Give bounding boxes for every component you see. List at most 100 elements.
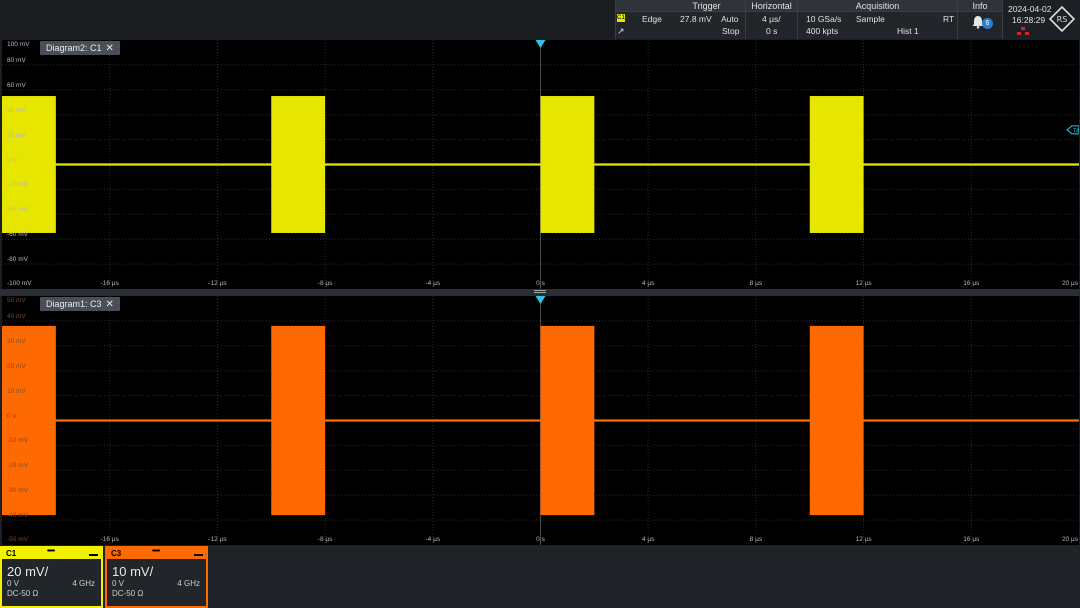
minimize-icon[interactable] <box>194 554 203 556</box>
y-axis-label: -20 mV <box>7 181 28 189</box>
y-axis-label: -60 mV <box>7 231 28 239</box>
channel-coupling: DC-50 Ω <box>7 589 39 598</box>
trigger-position-marker-icon <box>535 40 546 48</box>
channel-name: C1 <box>6 549 17 558</box>
channel-bandwidth: 4 GHz <box>177 579 200 588</box>
channel-offset-row: 0 V 4 GHz <box>2 579 101 589</box>
channel-bandwidth: 4 GHz <box>72 579 95 588</box>
x-axis-label: -12 µs <box>208 536 227 543</box>
trigger-marker-label: TA <box>1072 128 1079 134</box>
x-axis-label: 12 µs <box>855 536 872 543</box>
y-axis-label: 0 V <box>7 156 17 164</box>
history-indicator: Hist 1 <box>897 26 919 36</box>
x-axis-label: 20 µs <box>1061 280 1079 287</box>
y-axis-label: -40 mV <box>7 512 28 520</box>
time-display: 16:28:29 <box>1012 15 1046 25</box>
y-axis-label: -20 mV <box>7 462 28 470</box>
diagram-c1[interactable]: TA Diagram2: C1 ✕ 100 mV 80 mV 60 mV 40 mV 20… <box>2 40 1079 289</box>
x-axis-label: -8 µs <box>317 536 333 543</box>
acquisition-header: Acquisition <box>798 0 957 12</box>
svg-text:RS: RS <box>1057 15 1068 24</box>
y-axis-label: 40 mV <box>7 312 26 320</box>
channel-offset: 0 V <box>112 579 125 588</box>
y-axis-label: 50 mV <box>7 297 26 304</box>
channel-offset-row: 0 V 4 GHz <box>107 579 206 589</box>
y-axis-label: 20 mV <box>7 131 26 139</box>
x-axis-label: -4 µs <box>425 280 441 287</box>
diagram-c3[interactable]: Diagram1: C3 ✕ 50 mV 40 mV 30 mV 20 mV 10 mV 0… <box>2 296 1079 545</box>
y-axis-label: 60 mV <box>7 81 26 89</box>
y-axis-label: 10 mV <box>7 387 26 395</box>
x-axis-label: 8 µs <box>749 280 763 287</box>
acquisition-rt: RT <box>943 14 955 24</box>
y-axis-label: -30 mV <box>7 487 28 495</box>
vertical-scale[interactable]: 10 mV/ <box>107 564 206 579</box>
channel-name: C3 <box>111 549 122 558</box>
channel-coupling: DC-50 Ω <box>112 589 144 598</box>
trigger-type: Edge <box>642 14 662 24</box>
date-display: 2024-04-02 <box>1008 4 1052 14</box>
trigger-mode: Auto <box>721 14 739 24</box>
x-axis-label: 4 µs <box>641 536 655 543</box>
x-axis-label: 20 µs <box>1061 536 1079 543</box>
horizontal-header: Horizontal <box>746 0 797 12</box>
rohde-schwarz-logo-icon: RS <box>1049 6 1075 32</box>
x-axis-label: -12 µs <box>208 280 227 287</box>
waveform-burst <box>540 96 595 233</box>
y-axis-label: 100 mV <box>7 41 30 48</box>
channel-box-c3[interactable]: C3 ••••• 10 mV/ 0 V 4 GHz DC-50 Ω <box>105 546 208 608</box>
y-axis-label: -10 mV <box>7 437 28 445</box>
trigger-level: 27.8 mV <box>680 14 712 24</box>
x-axis-label: 0 s <box>536 280 545 287</box>
waveform-burst <box>540 325 595 516</box>
y-axis-label: 30 mV <box>7 337 26 345</box>
network-status-icon <box>1017 27 1029 35</box>
y-axis-label: 80 mV <box>7 56 26 64</box>
trigger-slope-icon: ↗ <box>617 26 625 36</box>
trigger-position-marker-icon <box>535 296 546 304</box>
diagram-tab-c3[interactable]: Diagram1: C3 ✕ <box>40 297 120 311</box>
y-axis-label: -80 mV <box>7 256 28 264</box>
waveform-plot-c1[interactable]: TA <box>2 40 1079 289</box>
waveform-plot-c3[interactable] <box>2 296 1079 545</box>
info-header: Info <box>958 0 1002 12</box>
x-axis-label: 0 s <box>536 536 545 543</box>
y-axis-label: 40 mV <box>7 106 26 114</box>
y-axis-label: -50 mV <box>7 536 28 543</box>
record-length: 400 kpts <box>806 26 839 36</box>
x-axis-label: 8 µs <box>749 536 763 543</box>
horizontal-scale: 4 µs/ <box>762 14 781 24</box>
channel-offset: 0 V <box>7 579 20 588</box>
channel-box-c1[interactable]: C1 ••••• 20 mV/ 0 V 4 GHz DC-50 Ω <box>0 546 103 608</box>
acquisition-mode: Sample <box>856 14 885 24</box>
channel-menu-dots-icon[interactable]: ••••• <box>47 546 55 557</box>
waveform-burst <box>809 325 864 516</box>
x-axis-label: -16 µs <box>100 280 119 287</box>
y-axis-label: 0 V <box>7 412 17 420</box>
x-axis-label: -8 µs <box>317 280 333 287</box>
minimize-icon[interactable] <box>89 554 98 556</box>
y-axis-label: -40 mV <box>7 206 28 214</box>
x-axis-label: -4 µs <box>425 536 441 543</box>
horizontal-position: 0 s <box>766 26 778 36</box>
vertical-scale[interactable]: 20 mV/ <box>2 564 101 579</box>
splitter-handle-icon[interactable] <box>534 290 546 293</box>
channel-header[interactable]: C1 ••••• <box>2 548 101 559</box>
trigger-source-badge: C1 <box>617 14 625 22</box>
channel-header[interactable]: C3 ••••• <box>107 548 206 559</box>
diagram-tab-label: Diagram2: C1 <box>46 43 102 53</box>
x-axis-label: -16 µs <box>100 536 119 543</box>
trigger-level-marker: TA <box>1066 125 1079 134</box>
close-icon[interactable]: ✕ <box>106 299 114 310</box>
diagram-tab-label: Diagram1: C3 <box>46 299 102 309</box>
x-axis-label: 16 µs <box>963 536 980 543</box>
trigger-state: Stop <box>722 26 740 36</box>
top-status-bar: Trigger C1 ↗ Edge 27.8 mV Auto Stop Hori… <box>0 0 1080 39</box>
x-axis-label: 16 µs <box>963 280 980 287</box>
diagram-tab-c1[interactable]: Diagram2: C1 ✕ <box>40 41 120 55</box>
waveform-burst <box>809 96 864 233</box>
channel-menu-dots-icon[interactable]: ••••• <box>152 546 160 557</box>
notification-count-badge: 6 <box>982 18 993 29</box>
close-icon[interactable]: ✕ <box>106 43 114 54</box>
y-axis-label: -100 mV <box>7 280 32 287</box>
